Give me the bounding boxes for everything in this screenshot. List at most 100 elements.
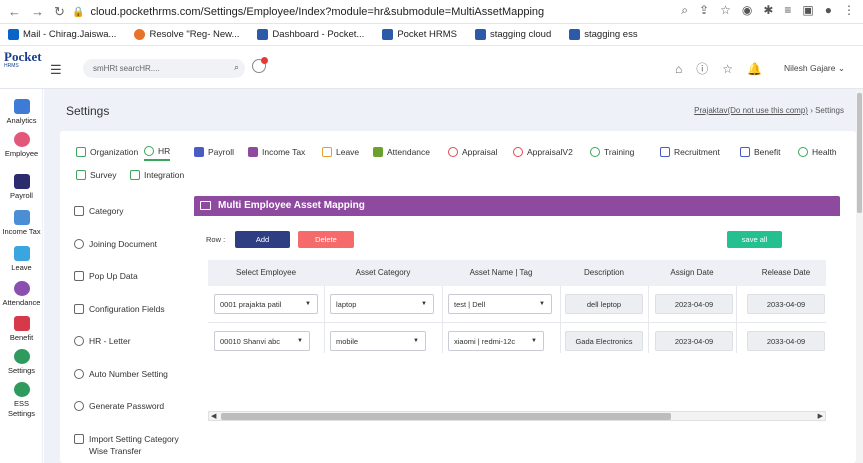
- tab-attendance[interactable]: Attendance: [373, 143, 430, 161]
- submenu-configuration-fields[interactable]: Configuration Fields: [74, 303, 165, 315]
- submenu-generate-password[interactable]: Generate Password: [74, 400, 164, 412]
- tab-recruitment[interactable]: Recruitment: [660, 143, 720, 161]
- description-field[interactable]: dell leptop: [565, 294, 643, 314]
- tab-hr[interactable]: HR: [144, 143, 171, 161]
- submenu-pop-up-data[interactable]: Pop Up Data: [74, 270, 138, 282]
- profile-icon[interactable]: ●: [825, 3, 832, 18]
- sidebar-item-analytics[interactable]: Analytics: [0, 99, 43, 125]
- pocket-hrms-logo[interactable]: Pocket HRMS: [4, 50, 42, 83]
- sidebar-item-settings[interactable]: Settings: [0, 349, 43, 375]
- column-header: Asset Category: [355, 268, 411, 277]
- add-row-button[interactable]: Add: [235, 231, 290, 248]
- asset-name-select[interactable]: xiaomi | redmi-12c ▼: [448, 331, 544, 351]
- sidebar-item-benefit[interactable]: Benefit: [0, 316, 43, 342]
- tab-payroll[interactable]: Payroll: [194, 143, 234, 161]
- caret-down-icon: ▼: [413, 338, 419, 344]
- table-horizontal-scrollbar[interactable]: ◀ ▶: [208, 411, 826, 421]
- tab-health[interactable]: Health: [798, 143, 837, 161]
- sidebar-item-employee[interactable]: Employee: [0, 132, 43, 158]
- delete-row-button[interactable]: Delete: [298, 231, 354, 248]
- assign-date-field[interactable]: 2023-04-09: [655, 294, 733, 314]
- notification-badge-icon[interactable]: [252, 57, 268, 73]
- extensions-icon[interactable]: ✱: [763, 3, 773, 18]
- scroll-right-icon[interactable]: ▶: [818, 412, 823, 420]
- tab-organization[interactable]: Organization: [76, 143, 138, 161]
- submenu-auto-number-setting[interactable]: Auto Number Setting: [74, 368, 168, 380]
- search-input[interactable]: smHRt searcHR.... ⌕: [83, 59, 245, 78]
- hamburger-menu-icon[interactable]: ☰: [50, 62, 62, 78]
- breadcrumb-company-link[interactable]: Prajaktav(Do not use this comp): [694, 106, 808, 115]
- caret-down-icon: ▼: [305, 301, 311, 307]
- submenu-hr-letter[interactable]: HR - Letter: [74, 335, 131, 347]
- asset-name-select[interactable]: test | Dell ▼: [448, 294, 552, 314]
- sidebar-icon[interactable]: ▣: [802, 3, 813, 18]
- bookmark-stagging-ess[interactable]: stagging ess: [569, 29, 638, 40]
- zoom-icon[interactable]: ⌕: [681, 3, 688, 18]
- table-header: Select Employee Asset Category Asset Nam…: [208, 260, 826, 286]
- bookmark-stagging-cloud[interactable]: stagging cloud: [474, 29, 551, 40]
- scrollbar-thumb[interactable]: [857, 93, 862, 213]
- tab-appraisalv2[interactable]: AppraisalV2: [513, 143, 573, 161]
- menu-icon[interactable]: ⋮: [843, 3, 855, 18]
- panel-divider: [194, 215, 840, 216]
- page-vertical-scrollbar[interactable]: [856, 89, 863, 463]
- caret-down-icon: ▼: [297, 338, 303, 344]
- table-row: 0001 prajakta patil ▼ laptop ▼ test | Dell…: [208, 286, 826, 323]
- tab-survey[interactable]: Survey: [76, 166, 116, 184]
- pocket-icon: [382, 29, 394, 40]
- submenu-import-setting[interactable]: Import Setting Category Wise Transfer: [74, 433, 184, 457]
- reading-list-icon[interactable]: ≡: [784, 3, 791, 18]
- description-field[interactable]: Gada Electronics: [565, 331, 643, 351]
- save-all-button[interactable]: save all: [727, 231, 782, 248]
- tab-integration[interactable]: Integration: [130, 166, 184, 184]
- back-icon[interactable]: ←: [8, 4, 21, 20]
- appraisal-icon: [448, 147, 458, 157]
- attendance-icon: [13, 281, 30, 296]
- sidebar-item-payroll[interactable]: Payroll: [0, 174, 43, 200]
- column-divider: [736, 286, 737, 353]
- share-icon[interactable]: ⇪: [699, 3, 709, 18]
- sidebar-item-ess-settings[interactable]: ESS Settings: [0, 382, 43, 419]
- sidebar-item-leave[interactable]: Leave: [0, 246, 43, 272]
- sidebar-item-income-tax[interactable]: Income Tax: [0, 210, 43, 236]
- sidebar-item-attendance[interactable]: Attendance: [0, 281, 43, 307]
- asset-category-select[interactable]: mobile ▼: [330, 331, 426, 351]
- asset-category-select[interactable]: laptop ▼: [330, 294, 434, 314]
- address-bar[interactable]: 🔒 cloud.pockethrms.com/Settings/Employee…: [72, 2, 652, 22]
- bank-icon[interactable]: ⌂: [675, 62, 682, 76]
- column-header: Assign Date: [670, 268, 714, 277]
- list-icon: [200, 201, 211, 210]
- analytics-icon: [13, 99, 30, 114]
- bell-icon[interactable]: 🔔: [747, 62, 762, 76]
- scrollbar-thumb[interactable]: [221, 413, 671, 420]
- info-icon[interactable]: ⓘ: [696, 60, 708, 77]
- search-icon[interactable]: ⌕: [234, 62, 239, 73]
- tab-appraisal[interactable]: Appraisal: [448, 143, 497, 161]
- employee-select[interactable]: 00010 Shanvi abc ▼: [214, 331, 310, 351]
- row-label: Row :: [206, 235, 226, 244]
- income-tax-icon: [248, 147, 258, 157]
- release-date-field[interactable]: 2033-04-09: [747, 331, 825, 351]
- release-date-field[interactable]: 2033-04-09: [747, 294, 825, 314]
- employee-select[interactable]: 0001 prajakta patil ▼: [214, 294, 318, 314]
- tab-training[interactable]: Training: [590, 143, 634, 161]
- tab-benefit[interactable]: Benefit: [740, 143, 780, 161]
- user-menu[interactable]: Nilesh Gajare ⌄: [784, 63, 845, 74]
- tab-income-tax[interactable]: Income Tax: [248, 143, 305, 161]
- reload-icon[interactable]: ↻: [54, 4, 65, 20]
- integration-icon: [130, 170, 140, 180]
- star-icon[interactable]: ☆: [720, 3, 731, 18]
- bookmark-dashboard[interactable]: Dashboard - Pocket...: [257, 29, 364, 40]
- submenu-category[interactable]: Category: [74, 205, 124, 217]
- forward-icon[interactable]: →: [31, 4, 44, 20]
- camera-icon[interactable]: ◉: [742, 3, 752, 18]
- submenu-joining-document[interactable]: Joining Document: [74, 238, 157, 250]
- bookmark-resolve[interactable]: Resolve "Reg- New...: [134, 29, 239, 40]
- assign-date-field[interactable]: 2023-04-09: [655, 331, 733, 351]
- tab-leave[interactable]: Leave: [322, 143, 359, 161]
- bookmark-pocket-hrms[interactable]: Pocket HRMS: [382, 29, 457, 40]
- bookmark-mail[interactable]: Mail - Chirag.Jaiswa...: [8, 29, 116, 40]
- popup-icon: [74, 271, 84, 281]
- scroll-left-icon[interactable]: ◀: [211, 412, 216, 420]
- favorite-star-icon[interactable]: ☆: [722, 62, 733, 76]
